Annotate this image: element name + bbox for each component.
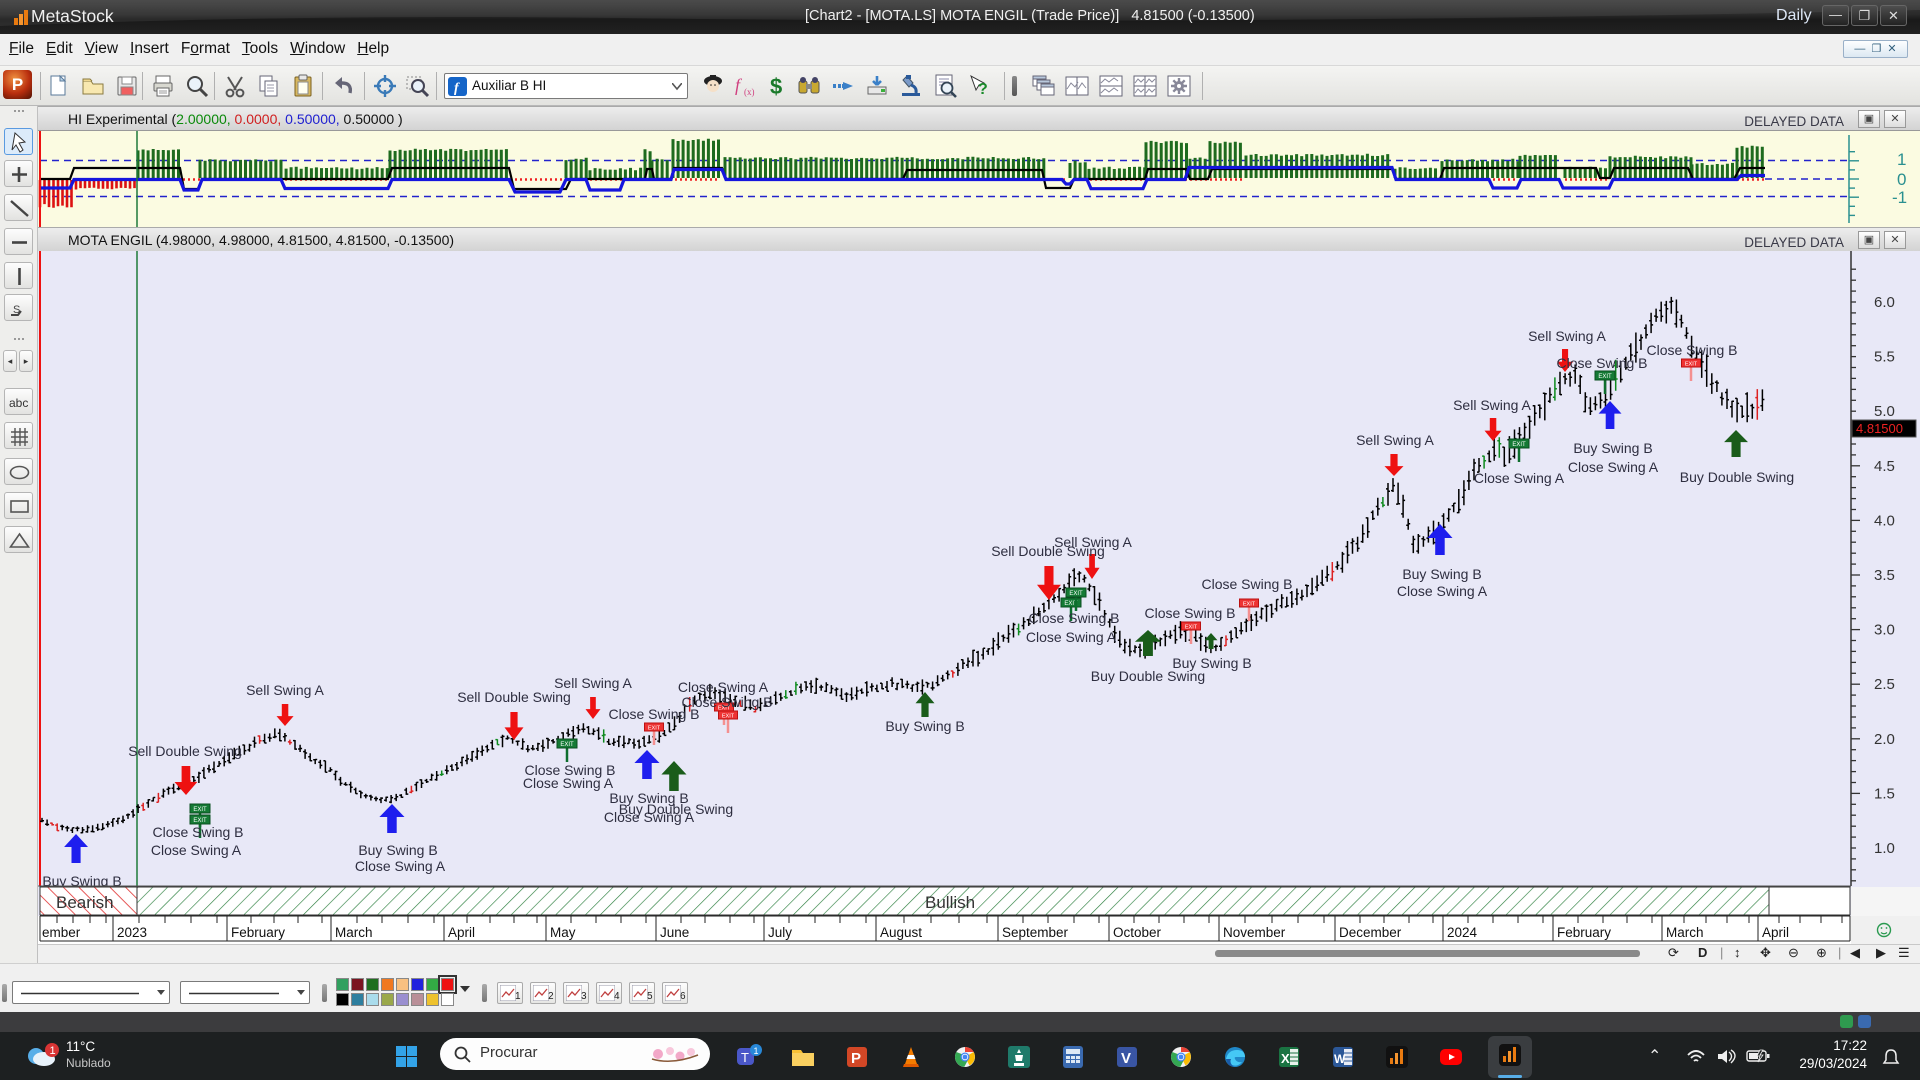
svg-text:Sell Double Swing: Sell Double Swing (457, 689, 571, 705)
svg-text:Close Swing A: Close Swing A (355, 858, 446, 874)
svg-text:Buy Double Swing: Buy Double Swing (1680, 469, 1794, 485)
svg-text:5.0: 5.0 (1874, 403, 1895, 420)
svg-text:Close Swing A: Close Swing A (1397, 583, 1488, 599)
svg-text:March: March (335, 925, 373, 940)
svg-text:Sell Swing A: Sell Swing A (554, 675, 632, 691)
svg-text:6.0: 6.0 (1874, 294, 1895, 311)
svg-text:Close Swing B: Close Swing B (152, 824, 243, 840)
svg-text:December: December (1339, 925, 1402, 940)
svg-text:May: May (550, 925, 576, 940)
svg-text:Sell Swing A: Sell Swing A (1453, 397, 1531, 413)
svg-text:P: P (851, 1050, 861, 1067)
svg-text:November: November (1223, 925, 1286, 940)
svg-text:June: June (660, 925, 689, 940)
svg-text:X: X (1281, 1051, 1290, 1066)
svg-text:Close Swing A: Close Swing A (151, 842, 242, 858)
svg-text:Close Swing B: Close Swing B (1028, 610, 1119, 626)
svg-text:EXIT: EXIT (1512, 442, 1526, 448)
svg-text:EXIT: EXIT (1069, 591, 1083, 597)
svg-text:ember: ember (42, 925, 81, 940)
svg-text:April: April (1762, 925, 1789, 940)
svg-text:Close Swing B: Close Swing B (681, 694, 772, 710)
svg-text:2.0: 2.0 (1874, 731, 1895, 748)
svg-text:1: 1 (754, 1046, 759, 1056)
svg-text:0: 0 (1897, 170, 1906, 189)
svg-text:EXIT: EXIT (722, 714, 735, 720)
svg-text:March: March (1666, 925, 1704, 940)
svg-text:October: October (1113, 925, 1162, 940)
svg-text:?: ? (978, 81, 988, 98)
svg-text:2024: 2024 (1447, 925, 1478, 940)
svg-text:Buy Swing B: Buy Swing B (1402, 566, 1481, 582)
svg-text:EXIT: EXIT (1685, 362, 1698, 368)
svg-text:Buy Swing B: Buy Swing B (885, 718, 964, 734)
svg-text:Sell Swing A: Sell Swing A (1528, 328, 1606, 344)
svg-text:1.0: 1.0 (1874, 840, 1895, 857)
svg-text:-1: -1 (1892, 188, 1907, 207)
svg-text:4.81500: 4.81500 (1856, 421, 1903, 436)
svg-text:Close Swing A: Close Swing A (523, 775, 614, 791)
svg-text:Sell Double Swing: Sell Double Swing (128, 743, 242, 759)
svg-text:Buy Swing B: Buy Swing B (1573, 440, 1652, 456)
svg-text:Sell Swing A: Sell Swing A (246, 682, 324, 698)
svg-text:August: August (880, 925, 922, 940)
svg-text:Close Swing A: Close Swing A (1026, 629, 1117, 645)
svg-text:July: July (768, 925, 792, 940)
svg-text:Close Swing B: Close Swing B (1556, 355, 1647, 371)
svg-text:f: f (735, 75, 743, 95)
svg-text:S: S (13, 304, 20, 316)
svg-text:EXIT: EXIT (1243, 602, 1256, 608)
svg-text:EXIT: EXIT (1598, 374, 1612, 380)
svg-text:V: V (1121, 1050, 1131, 1067)
svg-text:Close Swing A: Close Swing A (604, 809, 695, 825)
svg-text:1: 1 (50, 1045, 56, 1057)
svg-text:1: 1 (1897, 150, 1906, 169)
svg-text:EXIT: EXIT (1185, 625, 1198, 631)
svg-text:T: T (741, 1050, 749, 1065)
svg-text:Close Swing B: Close Swing B (1646, 342, 1737, 358)
svg-text:Sell Swing A: Sell Swing A (1054, 534, 1132, 550)
svg-text:Sell Swing A: Sell Swing A (1356, 432, 1434, 448)
svg-text:EXIT: EXIT (193, 807, 207, 813)
svg-text:September: September (1002, 925, 1069, 940)
svg-text:Close Swing B: Close Swing B (1201, 576, 1292, 592)
svg-text:EXIT: EXIT (560, 742, 574, 748)
svg-text:February: February (1557, 925, 1611, 940)
svg-text:2.5: 2.5 (1874, 676, 1895, 693)
svg-text:Close Swing A: Close Swing A (1568, 459, 1659, 475)
svg-text:EXIT: EXIT (648, 726, 661, 732)
svg-text:April: April (448, 925, 475, 940)
svg-text:$: $ (770, 74, 782, 99)
svg-text:4.5: 4.5 (1874, 458, 1895, 475)
svg-text:Bullish: Bullish (925, 893, 975, 912)
svg-text:abc: abc (9, 396, 28, 410)
svg-text:1.5: 1.5 (1874, 785, 1895, 802)
svg-text:(x): (x) (744, 87, 755, 97)
svg-text:5.5: 5.5 (1874, 349, 1895, 366)
svg-text:3.0: 3.0 (1874, 622, 1895, 639)
svg-text:2023: 2023 (117, 925, 147, 940)
svg-text:Close Swing A: Close Swing A (678, 679, 769, 695)
svg-text:3.5: 3.5 (1874, 567, 1895, 584)
svg-text:Buy Swing B: Buy Swing B (1172, 655, 1251, 671)
svg-text:Bearish: Bearish (56, 893, 114, 912)
svg-text:W: W (1334, 1052, 1346, 1066)
svg-text:Buy Swing B: Buy Swing B (358, 842, 437, 858)
svg-text:February: February (231, 925, 285, 940)
svg-text:4.0: 4.0 (1874, 512, 1895, 529)
svg-text:Close Swing A: Close Swing A (1474, 470, 1565, 486)
svg-text:Close Swing B: Close Swing B (1144, 605, 1235, 621)
